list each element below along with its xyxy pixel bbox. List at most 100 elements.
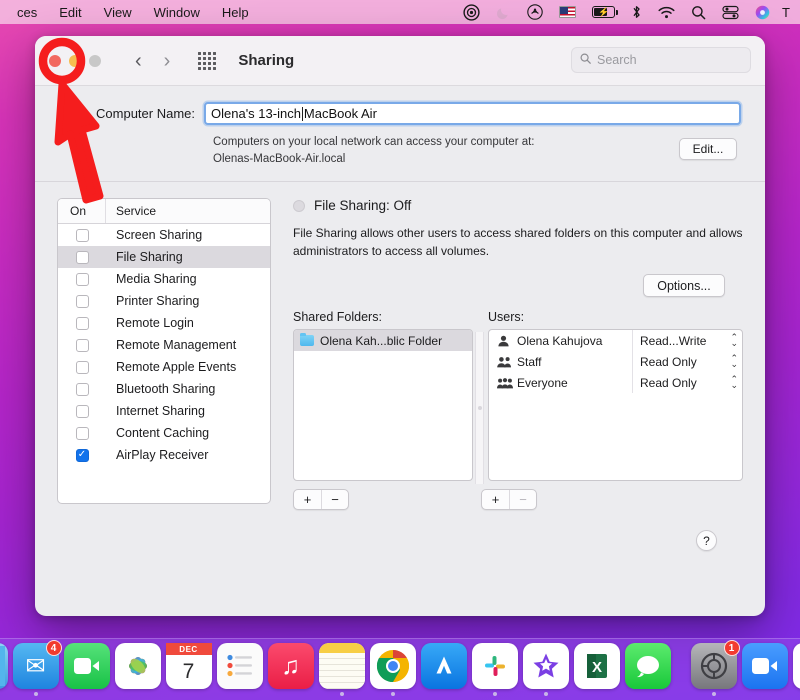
services-table[interactable]: On Service Screen Sharing File Sharing Med… [57, 198, 271, 505]
battery-charging-icon[interactable]: ⚡ [584, 0, 623, 24]
control-center-icon[interactable] [714, 0, 747, 24]
dock-item-music[interactable]: ♫ [267, 643, 314, 696]
dock-item-system-preferences[interactable]: 1 [690, 640, 740, 696]
help-button[interactable]: ? [696, 530, 717, 552]
add-user-button[interactable]: + [482, 490, 509, 509]
dock-item-notes[interactable] [318, 643, 365, 696]
messages-icon[interactable] [624, 643, 671, 689]
dock-item-chrome[interactable] [369, 643, 416, 696]
menu-edit[interactable]: Edit [48, 5, 92, 20]
word-icon[interactable]: W [792, 643, 800, 689]
menu-view[interactable]: View [93, 5, 143, 20]
dock-item-slack[interactable] [471, 643, 518, 696]
dock-item-finder[interactable] [0, 643, 8, 696]
dock-item-app-store[interactable] [420, 643, 467, 696]
clock-text[interactable]: T [778, 5, 794, 20]
shared-folders-add-remove-group[interactable]: + − [293, 489, 349, 511]
service-row-media-sharing[interactable]: Media Sharing [58, 268, 270, 290]
menu-window[interactable]: Window [143, 5, 211, 20]
service-checkbox[interactable] [75, 272, 89, 286]
zoom-icon[interactable] [741, 643, 788, 689]
dock-item-word[interactable]: W [792, 643, 800, 696]
close-button[interactable] [49, 54, 61, 67]
photos-icon[interactable] [114, 643, 161, 689]
dock-item-mail[interactable]: ✉ 4 [12, 640, 62, 696]
finder-icon[interactable] [0, 643, 8, 689]
service-checkbox[interactable] [75, 294, 89, 308]
dock-item-facetime[interactable] [63, 643, 110, 696]
siri-icon[interactable] [747, 0, 778, 24]
service-row-internet-sharing[interactable]: Internet Sharing [58, 400, 270, 422]
options-button[interactable]: Options... [643, 274, 725, 298]
mail-icon[interactable]: ✉ 4 [12, 640, 62, 689]
users-list[interactable]: Olena Kahujova Read...Write ⌃ ⌄ Staff Re… [488, 329, 743, 482]
service-row-bluetooth-sharing[interactable]: Bluetooth Sharing [58, 378, 270, 400]
do-not-disturb-moon-icon[interactable] [488, 0, 519, 24]
service-checkbox[interactable] [75, 360, 89, 374]
menu-app-name[interactable]: ces [6, 5, 48, 20]
back-chevron-icon[interactable]: ‹ [135, 51, 142, 71]
service-row-printer-sharing[interactable]: Printer Sharing [58, 290, 270, 312]
users-add-remove-group[interactable]: + − [481, 489, 537, 511]
screen-recording-icon[interactable] [455, 0, 488, 24]
dock-item-imovie[interactable] [522, 643, 569, 696]
service-row-remote-login[interactable]: Remote Login [58, 312, 270, 334]
dock-item-excel[interactable]: X [573, 643, 620, 696]
table-row[interactable]: Staff Read Only ⌃ ⌄ [489, 351, 742, 373]
zoom-button[interactable] [89, 54, 101, 67]
music-icon[interactable]: ♫ [267, 643, 314, 689]
dock-item-calendar[interactable]: DEC 7 [165, 643, 212, 696]
service-checkbox[interactable] [75, 316, 89, 330]
service-checkbox[interactable] [75, 338, 89, 352]
table-row[interactable]: Everyone Read Only ⌃ ⌄ [489, 372, 742, 394]
pane-splitter-handle[interactable] [475, 332, 484, 485]
bluetooth-icon[interactable] [623, 0, 650, 24]
imovie-icon[interactable] [522, 643, 569, 689]
dock-item-messages[interactable] [624, 643, 671, 696]
wifi-icon[interactable] [650, 0, 683, 24]
notes-icon[interactable] [318, 643, 365, 689]
remove-folder-button[interactable]: − [321, 490, 348, 510]
app-store-icon[interactable] [420, 643, 467, 689]
us-flag-input-icon[interactable] [551, 0, 584, 24]
service-row-screen-sharing[interactable]: Screen Sharing [58, 224, 270, 246]
spotlight-search-icon[interactable] [683, 0, 714, 24]
computer-name-input[interactable]: Olena's 13-inch MacBook Air [204, 102, 741, 125]
facetime-icon[interactable] [63, 643, 110, 689]
dock-item-reminders[interactable] [216, 643, 263, 696]
service-row-remote-management[interactable]: Remote Management [58, 334, 270, 356]
shared-folders-list[interactable]: Olena Kah...blic Folder [293, 329, 473, 482]
search-field[interactable]: Search [571, 47, 751, 73]
chrome-icon[interactable] [369, 643, 416, 689]
excel-icon[interactable]: X [573, 643, 620, 689]
service-checkbox[interactable]: ✓ [75, 448, 89, 462]
add-folder-button[interactable]: + [294, 490, 321, 509]
service-checkbox[interactable] [75, 250, 89, 264]
table-row[interactable]: Olena Kahujova Read...Write ⌃ ⌄ [489, 330, 742, 352]
dock-item-zoom[interactable] [741, 643, 788, 696]
running-indicator [646, 692, 650, 696]
menu-help[interactable]: Help [211, 5, 260, 20]
service-checkbox[interactable] [75, 382, 89, 396]
minimize-button[interactable] [69, 54, 81, 67]
permission-dropdown[interactable]: Read Only ⌃ ⌄ [632, 351, 738, 373]
reminders-icon[interactable] [216, 643, 263, 689]
calendar-icon[interactable]: DEC 7 [165, 643, 212, 689]
permission-dropdown[interactable]: Read...Write ⌃ ⌄ [632, 330, 738, 352]
service-checkbox[interactable] [75, 228, 89, 242]
dock-item-photos[interactable] [114, 643, 161, 696]
slack-icon[interactable] [471, 643, 518, 689]
service-row-remote-apple-events[interactable]: Remote Apple Events [58, 356, 270, 378]
service-checkbox[interactable] [75, 404, 89, 418]
permission-dropdown[interactable]: Read Only ⌃ ⌄ [632, 372, 738, 394]
system-preferences-icon[interactable]: 1 [690, 640, 740, 689]
service-checkbox[interactable] [75, 426, 89, 440]
service-row-airplay-receiver[interactable]: ✓ AirPlay Receiver [58, 444, 270, 466]
list-item[interactable]: Olena Kah...blic Folder [294, 330, 472, 352]
forward-chevron-icon[interactable]: › [164, 51, 171, 71]
service-row-content-caching[interactable]: Content Caching [58, 422, 270, 444]
service-row-file-sharing[interactable]: File Sharing [58, 246, 270, 269]
airdrop-icon[interactable] [519, 0, 551, 24]
edit-button[interactable]: Edit... [679, 138, 737, 160]
show-all-grid-icon[interactable] [198, 51, 217, 70]
